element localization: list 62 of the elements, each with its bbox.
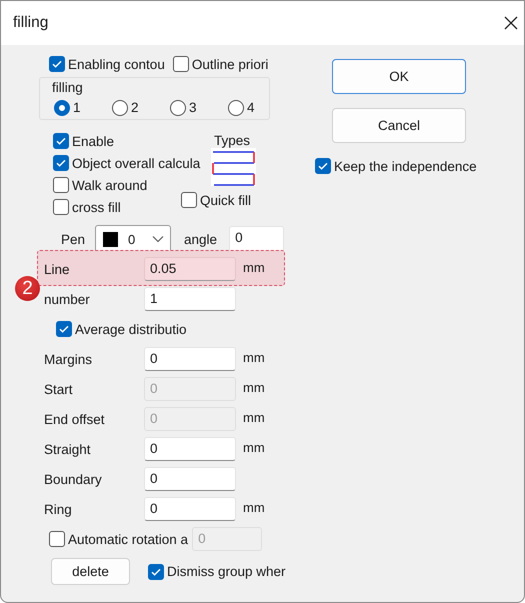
- checkbox-label: Enable: [72, 134, 114, 148]
- input-field[interactable]: 1: [144, 287, 236, 311]
- window-title: filling: [13, 14, 48, 32]
- delete-button[interactable]: delete: [51, 558, 130, 585]
- input-field[interactable]: 0: [144, 347, 236, 371]
- input-field[interactable]: 0: [144, 497, 236, 521]
- unit-label: mm: [243, 500, 265, 515]
- field-label: Straight: [44, 442, 92, 456]
- radio-label: 4: [247, 100, 255, 115]
- checkbox[interactable]: [315, 158, 331, 174]
- field-label: End offset: [44, 412, 106, 426]
- group-label: filling: [52, 80, 83, 95]
- angle-field[interactable]: 0: [229, 226, 284, 252]
- checkbox[interactable]: [53, 199, 69, 215]
- radio-label: 1: [73, 100, 81, 115]
- unit-label: mm: [243, 260, 265, 275]
- unit-label: mm: [243, 410, 265, 425]
- checkbox-label: Walk around: [72, 178, 148, 192]
- close-icon[interactable]: [504, 16, 518, 30]
- field-label: Line: [44, 262, 71, 276]
- radio-label: 3: [189, 100, 197, 115]
- unit-label: mm: [243, 380, 265, 395]
- checkbox[interactable]: [53, 133, 69, 149]
- checkbox-label: Automatic rotation a: [68, 532, 188, 546]
- checkbox[interactable]: [49, 56, 65, 72]
- unit-label: mm: [243, 440, 265, 455]
- input-field[interactable]: 0.05: [144, 257, 236, 281]
- field-label: Margins: [44, 352, 94, 366]
- fill-pattern-drawing: [211, 148, 256, 186]
- field-label: Start: [44, 382, 74, 396]
- chevron-icon: [152, 235, 164, 243]
- radio-button[interactable]: [170, 100, 186, 116]
- radio-button[interactable]: [54, 100, 70, 116]
- radio-button[interactable]: [112, 100, 128, 116]
- checkbox-label: Dismiss group wher: [167, 564, 286, 579]
- checkbox-label: Enabling contou: [68, 56, 165, 72]
- types-label: Types: [214, 133, 250, 148]
- step-badge: 2: [15, 276, 40, 301]
- radio-label: 2: [131, 100, 139, 115]
- radio-button[interactable]: [228, 100, 244, 116]
- checkbox[interactable]: [53, 155, 69, 171]
- pen-label: Pen: [61, 232, 86, 246]
- checkbox-label: Average distributio: [75, 322, 187, 336]
- checkbox[interactable]: [53, 177, 69, 193]
- input-field[interactable]: 0: [144, 437, 236, 461]
- dialog-button[interactable]: OK: [332, 59, 466, 94]
- checkbox-label: Object overall calcula: [72, 156, 200, 170]
- checkbox[interactable]: [148, 564, 164, 580]
- field-label: number: [44, 292, 91, 306]
- field-label: Ring: [44, 502, 73, 516]
- checkbox-label: Quick fill: [200, 192, 252, 208]
- unit-label: mm: [243, 350, 265, 365]
- angle-label: angle: [184, 232, 218, 246]
- dialog-button[interactable]: Cancel: [332, 108, 466, 143]
- checkbox[interactable]: [181, 192, 197, 208]
- field-label: Boundary: [44, 472, 103, 486]
- checkbox-label: Keep the independence: [334, 158, 477, 174]
- checkbox-label: cross fill: [72, 200, 121, 214]
- checkbox[interactable]: [172, 56, 189, 72]
- checkbox[interactable]: [56, 321, 72, 337]
- input-field[interactable]: 0: [144, 467, 236, 491]
- checkbox-label: Outline priori: [192, 56, 268, 72]
